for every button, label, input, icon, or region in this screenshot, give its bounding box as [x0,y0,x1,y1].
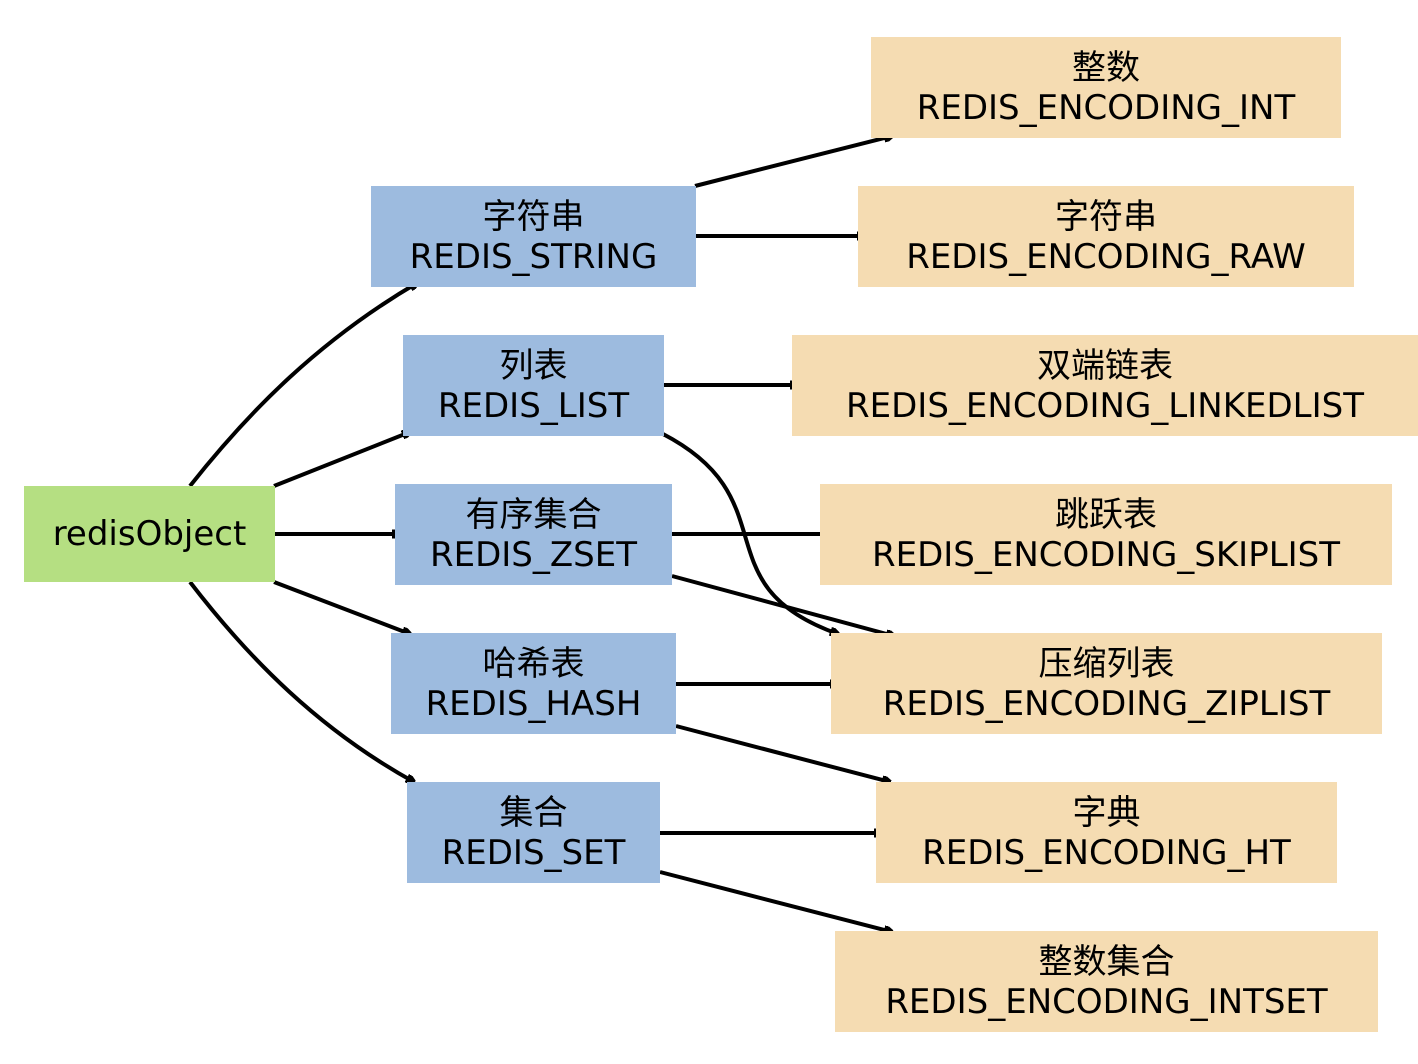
encoding-node-en-label: REDIS_ENCODING_INT [916,87,1296,128]
type-node-zh-label: 列表 [499,345,568,386]
encoding-node-ht: 字典 REDIS_ENCODING_HT [876,782,1337,883]
encoding-node-ziplist: 压缩列表 REDIS_ENCODING_ZIPLIST [831,633,1382,734]
encoding-node-zh-label: 整数 [1072,47,1140,88]
edge-root-to-hash [273,580,410,634]
encoding-node-en-label: REDIS_ENCODING_SKIPLIST [871,534,1341,575]
encoding-node-en-label: REDIS_ENCODING_LINKEDLIST [846,385,1364,426]
type-node-en-label: REDIS_STRING [409,236,658,277]
type-node-zh-label: 哈希表 [482,643,585,684]
redis-object-encoding-diagram: redisObject 字符串 REDIS_STRING 列表 REDIS_LI… [0,0,1418,1064]
edge-root-to-set [188,580,414,782]
type-node-en-label: REDIS_ZSET [429,534,638,575]
encoding-node-skiplist: 跳跃表 REDIS_ENCODING_SKIPLIST [820,484,1392,585]
edge-root-to-string [188,283,417,488]
edge-hash-to-ht [675,724,890,782]
encoding-node-raw: 字符串 REDIS_ENCODING_RAW [858,186,1354,287]
type-node-en-label: REDIS_LIST [437,385,630,426]
encoding-node-zh-label: 跳跃表 [1055,494,1157,535]
type-node-zset: 有序集合 REDIS_ZSET [395,484,672,585]
type-node-en-label: REDIS_SET [441,832,626,873]
type-node-string: 字符串 REDIS_STRING [371,186,696,287]
encoding-node-zh-label: 字典 [1072,792,1141,833]
type-node-list: 列表 REDIS_LIST [403,335,664,436]
encoding-node-intset: 整数集合 REDIS_ENCODING_INTSET [835,931,1378,1032]
encoding-node-en-label: REDIS_ENCODING_RAW [906,236,1306,277]
edge-set-to-intset [659,870,892,932]
type-node-set: 集合 REDIS_SET [407,782,660,883]
edge-root-to-list [273,432,410,488]
type-node-hash: 哈希表 REDIS_HASH [391,633,676,734]
type-node-zh-label: 有序集合 [465,494,602,535]
encoding-node-zh-label: 双端链表 [1037,345,1173,386]
encoding-node-zh-label: 整数集合 [1038,941,1175,982]
encoding-node-en-label: REDIS_ENCODING_INTSET [885,981,1328,1022]
type-node-zh-label: 集合 [499,792,568,833]
type-node-en-label: REDIS_HASH [425,683,642,724]
encoding-node-int: 整数 REDIS_ENCODING_INT [871,37,1341,138]
edge-string-to-int [694,136,892,188]
edge-zset-to-ziplist [671,574,894,636]
redis-object-node: redisObject [24,486,275,582]
type-node-zh-label: 字符串 [482,196,585,237]
encoding-node-zh-label: 字符串 [1055,196,1157,237]
encoding-node-en-label: REDIS_ENCODING_ZIPLIST [882,683,1331,724]
encoding-node-linkedlist: 双端链表 REDIS_ENCODING_LINKEDLIST [792,335,1418,436]
encoding-node-zh-label: 压缩列表 [1038,643,1175,684]
redis-object-label: redisObject [52,514,247,554]
encoding-node-en-label: REDIS_ENCODING_HT [922,832,1291,873]
